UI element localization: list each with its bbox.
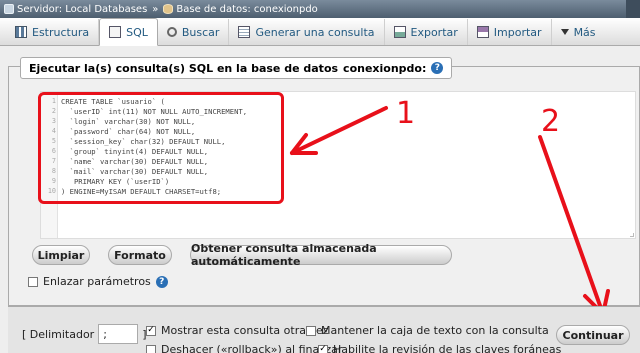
breadcrumb: Servidor: Local Databases » Base de dato… (0, 0, 640, 18)
get-saved-query-button[interactable]: Obtener consulta almacenada automáticame… (190, 242, 452, 268)
help-icon[interactable]: ? (155, 275, 168, 288)
delimiter-field: [ Delimitador ; ] (22, 324, 147, 344)
tab-label: Importar (493, 25, 542, 39)
tab-label: Exportar (410, 25, 458, 39)
bind-parameters-label: Enlazar parámetros (43, 275, 151, 288)
annotation-highlight-box (38, 92, 284, 204)
tab-generar-consulta[interactable]: Generar una consulta (229, 19, 385, 45)
breadcrumb-server[interactable]: Servidor: Local Databases (17, 4, 147, 15)
breadcrumb-end (626, 0, 640, 18)
continue-button[interactable]: Continuar (556, 325, 630, 345)
sql-panel-legend: Ejecutar la(s) consulta(s) SQL en la bas… (20, 57, 453, 79)
annotation-label-2: 2 (541, 104, 561, 139)
delimiter-label: [ Delimitador (22, 327, 95, 341)
database-icon (163, 4, 174, 14)
query-icon (238, 26, 251, 38)
rollback-option[interactable]: Deshacer («rollback») al finalizar (146, 343, 342, 353)
keep-textbox-checkbox[interactable] (306, 325, 316, 336)
import-icon (476, 26, 489, 38)
tab-label: Buscar (181, 25, 220, 39)
keep-textbox-option[interactable]: Mantener la caja de texto con la consult… (306, 324, 549, 337)
foreign-keys-option[interactable]: ✓ Habilite la revisión de las claves for… (318, 343, 561, 353)
export-icon (393, 26, 406, 38)
keep-textbox-label: Mantener la caja de texto con la consult… (321, 324, 549, 337)
bind-parameters-checkbox[interactable] (28, 276, 38, 287)
bind-parameters-option[interactable]: Enlazar parámetros ? (28, 275, 168, 288)
help-icon[interactable]: ? (431, 62, 444, 74)
tab-label: SQL (126, 25, 148, 39)
tab-bar: Estructura SQL Buscar Generar una consul… (0, 18, 640, 46)
chevron-down-icon (560, 29, 569, 35)
annotation-label-1: 1 (396, 96, 416, 131)
tab-importar[interactable]: Importar (468, 19, 552, 45)
tab-label: Generar una consulta (255, 25, 375, 39)
show-query-checkbox[interactable]: ✓ (146, 325, 156, 336)
format-button[interactable]: Formato (108, 245, 172, 265)
clear-button[interactable]: Limpiar (32, 245, 90, 265)
tab-sql[interactable]: SQL (99, 18, 158, 46)
breadcrumb-database[interactable]: Base de datos: conexionpdo (176, 4, 317, 15)
delimiter-input[interactable]: ; (98, 324, 139, 344)
server-icon (4, 4, 14, 14)
sql-icon (109, 26, 122, 38)
show-query-option[interactable]: ✓ Mostrar esta consulta otra vez (146, 324, 329, 337)
foreign-keys-checkbox[interactable]: ✓ (318, 344, 328, 353)
rollback-label: Deshacer («rollback») al finalizar (161, 343, 343, 353)
tab-exportar[interactable]: Exportar (385, 19, 468, 45)
tab-label: Más (573, 25, 596, 39)
breadcrumb-separator: » (152, 3, 159, 15)
legend-database: conexionpdo: (343, 61, 427, 75)
tab-buscar[interactable]: Buscar (158, 19, 230, 45)
legend-text: Ejecutar la(s) consulta(s) SQL en la bas… (29, 61, 339, 75)
search-icon (166, 27, 177, 37)
tab-estructura[interactable]: Estructura (6, 19, 100, 45)
tab-label: Estructura (32, 25, 90, 39)
tab-mas[interactable]: Más (552, 19, 605, 45)
show-query-label: Mostrar esta consulta otra vez (161, 324, 329, 337)
rollback-checkbox[interactable] (146, 344, 156, 353)
resize-handle[interactable] (630, 233, 634, 237)
structure-icon (15, 26, 27, 38)
foreign-keys-label: Habilite la revisión de las claves forán… (333, 343, 562, 353)
